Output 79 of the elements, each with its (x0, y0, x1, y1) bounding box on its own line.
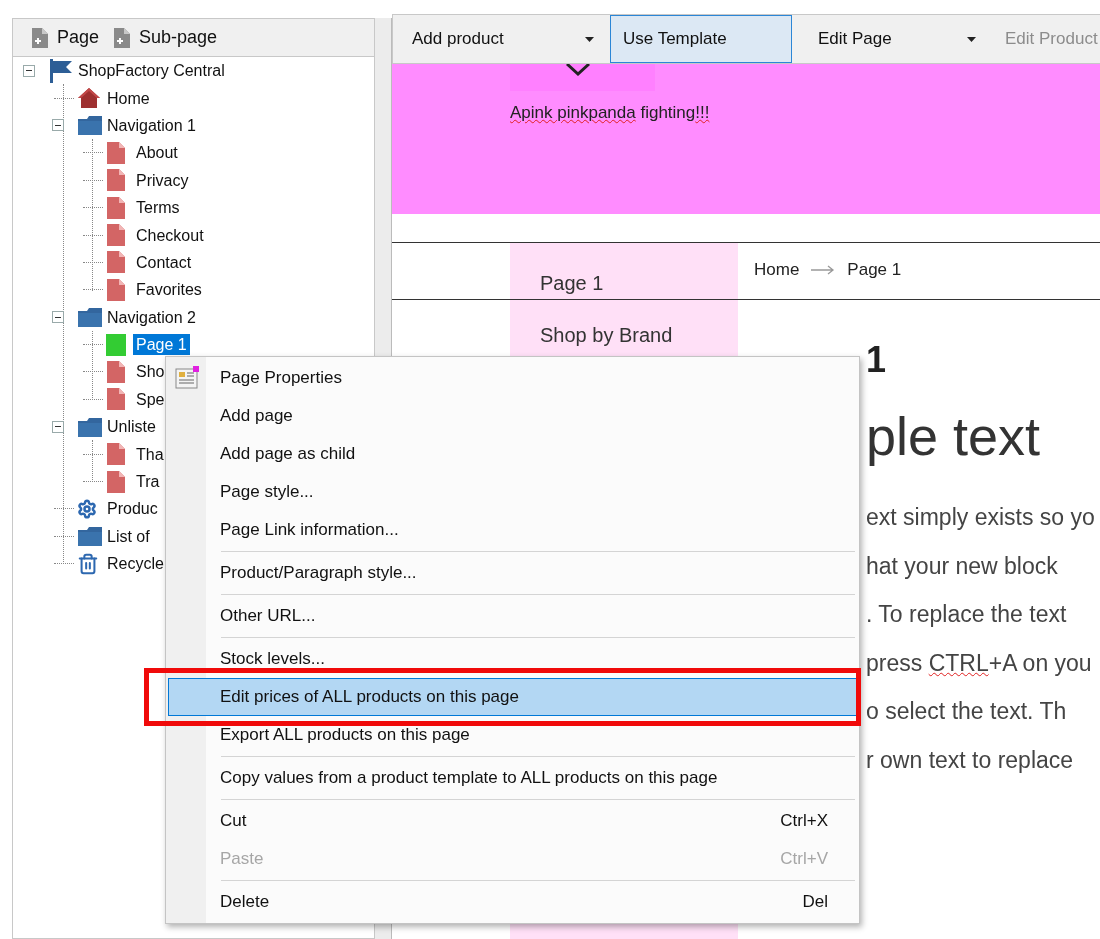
toolbar-button[interactable]: Use Template (610, 15, 792, 63)
nav-item[interactable]: Shop by Brand (540, 324, 673, 346)
collapse-toggle[interactable] (52, 119, 64, 132)
menu-item[interactable]: Other URL... (168, 597, 857, 635)
menu-item[interactable]: Add page as child (168, 435, 857, 473)
caret-icon (967, 36, 976, 42)
page-icon (106, 469, 126, 494)
trash-icon (77, 552, 99, 575)
chevron-down-icon (564, 64, 591, 76)
collapse-toggle[interactable] (52, 311, 64, 324)
collapse-toggle[interactable] (23, 64, 35, 77)
properties-icon (175, 366, 199, 390)
tree-item[interactable]: Privacy (133, 169, 192, 191)
page-subheading: ple text (866, 405, 1042, 468)
body-text-line: ext simply exists so yo (866, 503, 1096, 532)
toolbar-button[interactable]: Page (31, 24, 100, 51)
body-text-line: hat your new block (866, 551, 1059, 581)
toolbar-button[interactable]: Edit Page (805, 15, 989, 63)
tree-item[interactable]: Favorites (133, 279, 205, 301)
tree-item[interactable]: Terms (133, 197, 183, 219)
menu-item[interactable]: Cut Ctrl+X (168, 802, 857, 840)
menu-item[interactable]: Page style... (168, 473, 857, 511)
page-icon (106, 442, 126, 467)
caret-icon (585, 36, 594, 42)
tree-item[interactable]: ShopFactory Central (75, 60, 228, 82)
tree-item[interactable]: Navigation 2 (104, 306, 199, 328)
banner-text: Apink pinkpanda fighting!!! (510, 102, 711, 124)
tree-item[interactable]: Checkout (133, 224, 207, 246)
tree-item[interactable]: Home (104, 87, 153, 109)
toolbar-button[interactable]: Sub-page (113, 24, 218, 51)
page-icon (106, 195, 126, 220)
tree-item[interactable]: Contact (133, 251, 195, 273)
tree-item[interactable]: Recycle (104, 553, 167, 575)
tree-item[interactable]: Produc (104, 498, 161, 520)
folder-icon (77, 415, 103, 438)
flag-icon (48, 58, 74, 83)
body-text-line: r own text to replace (866, 745, 1075, 775)
menu-item[interactable]: Edit prices of ALL products on this page (168, 678, 857, 716)
tree-item[interactable]: About (133, 142, 181, 164)
page-icon (106, 360, 126, 384)
breadcrumb-link[interactable]: Page 1 (847, 257, 902, 283)
tree-item[interactable]: Tha (133, 443, 167, 465)
toolbar-button[interactable]: Add product (399, 15, 607, 63)
current-page-icon (106, 333, 126, 356)
menu-item[interactable]: Copy values from a product template to ALL products on this page (168, 759, 857, 797)
tree-item[interactable]: Page 1 (133, 334, 190, 356)
breadcrumb-link[interactable]: Home (754, 257, 800, 283)
page-icon (106, 387, 126, 412)
settings-icon (77, 498, 97, 519)
tree-item[interactable]: List of (104, 525, 153, 547)
page-icon (106, 250, 126, 275)
collapse-toggle[interactable] (52, 420, 64, 433)
menu-item[interactable]: Export ALL products on this page (168, 716, 857, 754)
menu-item[interactable]: Add page (168, 397, 857, 435)
page-icon (106, 223, 126, 248)
menu-item[interactable]: Product/Paragraph style... (168, 554, 857, 592)
folder-icon (77, 525, 103, 548)
arrow-right-icon (811, 265, 836, 275)
page-add-icon (113, 26, 132, 49)
page-icon (106, 140, 126, 165)
tree-item[interactable]: Navigation 1 (104, 114, 199, 136)
page-icon (106, 277, 126, 302)
folder-icon (77, 306, 103, 329)
tree-item[interactable]: Sho (133, 361, 168, 383)
tree-item[interactable]: Spe (133, 388, 168, 410)
nav-item[interactable]: Page 1 (540, 272, 604, 294)
body-text-line: o select the text. Th (866, 697, 1068, 727)
page-icon (106, 168, 126, 193)
body-text-line: press CTRL+A on you (866, 648, 1093, 678)
page-heading: 1 (866, 340, 888, 380)
body-text-line: . To replace the text (866, 600, 1068, 630)
tree-item[interactable]: Unliste (104, 416, 159, 438)
page-add-icon (31, 26, 49, 49)
menu-item[interactable]: Page Link information... (168, 511, 857, 549)
menu-item[interactable]: Page Properties (168, 359, 857, 397)
folder-icon (77, 114, 103, 137)
tree-item[interactable]: Tra (133, 471, 163, 493)
home-icon (77, 87, 101, 110)
menu-item[interactable]: Delete Del (168, 883, 857, 921)
